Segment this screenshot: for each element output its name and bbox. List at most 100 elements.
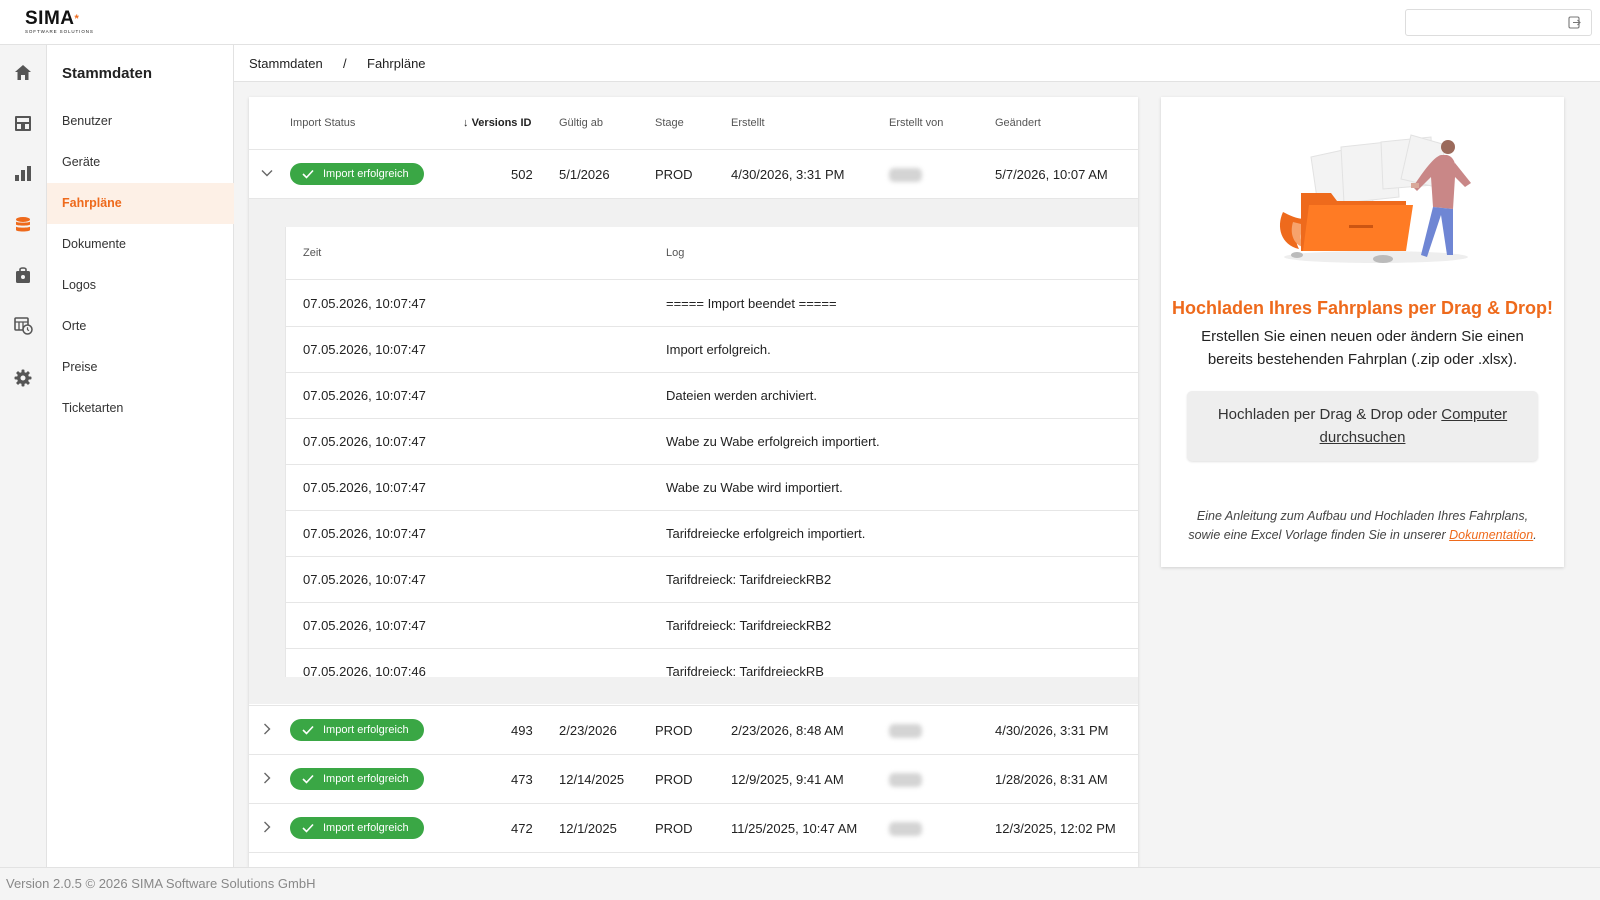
breadcrumb-root[interactable]: Stammdaten xyxy=(249,56,323,71)
breadcrumb-current: Fahrpläne xyxy=(367,56,426,71)
log-message: Import erfolgreich. xyxy=(666,342,771,357)
cell-changed: 12/3/2025, 12:02 PM xyxy=(995,821,1116,836)
logo-tagline: SOFTWARE SOLUTIONS xyxy=(25,29,94,34)
cell-valid-from: 5/1/2026 xyxy=(559,167,610,182)
chevron-down-icon[interactable] xyxy=(260,166,274,185)
bag-icon[interactable] xyxy=(8,260,38,290)
log-row: 07.05.2026, 10:07:47 Import erfolgreich. xyxy=(286,327,1138,373)
nav-item-fahrplaene[interactable]: Fahrpläne xyxy=(47,183,234,224)
header-geaendert[interactable]: Geändert xyxy=(995,117,1041,129)
home-icon[interactable] xyxy=(8,57,38,87)
header-stage[interactable]: Stage xyxy=(655,117,684,129)
nav-item-ticketarten[interactable]: Ticketarten xyxy=(47,388,234,429)
table-row[interactable]: Import erfolgreich 502 5/1/2026 PROD 4/3… xyxy=(249,149,1138,198)
chevron-right-icon[interactable] xyxy=(260,820,274,839)
status-badge: Import erfolgreich xyxy=(290,768,424,790)
header-versions-id[interactable]: ↓ Versions ID xyxy=(463,117,531,129)
cell-version-id: 493 xyxy=(511,723,533,738)
log-header-row: Zeit Log xyxy=(286,227,1138,280)
breadcrumb: Stammdaten / Fahrpläne xyxy=(234,45,1600,82)
database-icon[interactable] xyxy=(8,210,38,240)
nav-item-dokumente[interactable]: Dokumente xyxy=(47,224,234,265)
inbox-icon[interactable] xyxy=(8,108,38,138)
sort-desc-icon: ↓ xyxy=(463,117,469,129)
log-message: Tarifdreieck: TarifdreieckRB2 xyxy=(666,572,832,587)
cell-stage: PROD xyxy=(655,821,693,836)
log-time: 07.05.2026, 10:07:47 xyxy=(303,526,426,541)
status-label: Import erfolgreich xyxy=(323,168,409,180)
chevron-right-icon[interactable] xyxy=(260,722,274,741)
upload-description: Erstellen Sie einen neuen oder ändern Si… xyxy=(1201,328,1524,368)
cell-valid-from: 2/23/2026 xyxy=(559,723,617,738)
header-import-status[interactable]: Import Status xyxy=(290,117,355,129)
table-row[interactable] xyxy=(249,852,1138,867)
status-label: Import erfolgreich xyxy=(323,773,409,785)
documentation-link[interactable]: Dokumentation xyxy=(1449,528,1533,542)
section-title: Stammdaten xyxy=(62,65,153,82)
table-row[interactable]: Import erfolgreich 493 2/23/2026 PROD 2/… xyxy=(249,705,1138,754)
log-message: Wabe zu Wabe wird importiert. xyxy=(666,480,843,495)
header-erstellt-von[interactable]: Erstellt von xyxy=(889,117,943,129)
log-row: 07.05.2026, 10:07:47 ===== Import beendet… xyxy=(286,281,1138,327)
bar-chart-icon[interactable] xyxy=(8,158,38,188)
cell-version-id: 473 xyxy=(511,772,533,787)
nav-item-benutzer[interactable]: Benutzer xyxy=(47,101,234,142)
footer: Version 2.0.5 © 2026 SIMA Software Solut… xyxy=(0,867,1600,900)
log-time: 07.05.2026, 10:07:47 xyxy=(303,388,426,403)
table-row[interactable]: Import erfolgreich 472 12/1/2025 PROD 11… xyxy=(249,803,1138,852)
cell-valid-from: 12/14/2025 xyxy=(559,772,625,787)
header-versions-id-label: Versions ID xyxy=(471,117,532,129)
timetable-table: Import Status ↓ Versions ID Gültig ab St… xyxy=(249,97,1138,867)
cell-created: 12/9/2025, 9:41 AM xyxy=(731,772,844,787)
log-row: 07.05.2026, 10:07:47 Tarifdreieck: Tarifd… xyxy=(286,603,1138,649)
cell-changed: 5/7/2026, 10:07 AM xyxy=(995,167,1108,182)
redacted-user xyxy=(889,168,922,182)
table-row[interactable]: Import erfolgreich 473 12/14/2025 PROD 1… xyxy=(249,754,1138,803)
redacted-user xyxy=(889,822,922,836)
upload-title: Hochladen Ihres Fahrplans per Drag & Dro… xyxy=(1171,298,1554,318)
log-row: 07.05.2026, 10:07:47 Dateien werden archi… xyxy=(286,373,1138,419)
header-erstellt[interactable]: Erstellt xyxy=(731,117,765,129)
top-search-input[interactable] xyxy=(1405,9,1592,36)
log-time: 07.05.2026, 10:07:47 xyxy=(303,618,426,633)
schedule-icon[interactable] xyxy=(8,311,38,341)
log-time: 07.05.2026, 10:07:47 xyxy=(303,434,426,449)
log-row: 07.05.2026, 10:07:47 Tarifdreiecke erfolg… xyxy=(286,511,1138,557)
header-gueltig-ab[interactable]: Gültig ab xyxy=(559,117,603,129)
cell-version-id: 472 xyxy=(511,821,533,836)
chevron-right-icon[interactable] xyxy=(260,771,274,790)
status-label: Import erfolgreich xyxy=(323,724,409,736)
section-nav: Stammdaten Benutzer Geräte Fahrpläne Dok… xyxy=(47,45,234,867)
status-label: Import erfolgreich xyxy=(323,822,409,834)
log-message: Wabe zu Wabe erfolgreich importiert. xyxy=(666,434,880,449)
logout-icon[interactable] xyxy=(1568,16,1581,34)
top-bar: SIMA* SOFTWARE SOLUTIONS xyxy=(0,0,1600,45)
cell-valid-from: 12/1/2025 xyxy=(559,821,617,836)
icon-rail xyxy=(0,45,47,867)
log-time: 07.05.2026, 10:07:47 xyxy=(303,480,426,495)
upload-panel: Hochladen Ihres Fahrplans per Drag & Dro… xyxy=(1161,97,1564,567)
check-icon xyxy=(302,169,314,179)
cell-created: 2/23/2026, 8:48 AM xyxy=(731,723,844,738)
settings-icon[interactable] xyxy=(8,363,38,393)
cell-version-id: 502 xyxy=(511,167,533,182)
drop-zone[interactable]: Hochladen per Drag & Drop oder Computer … xyxy=(1187,391,1538,461)
log-message: Tarifdreiecke erfolgreich importiert. xyxy=(666,526,866,541)
upload-illustration xyxy=(1279,134,1471,263)
status-badge: Import erfolgreich xyxy=(290,163,424,185)
log-message: Dateien werden archiviert. xyxy=(666,388,818,403)
log-time: 07.05.2026, 10:07:46 xyxy=(303,664,426,677)
logo-star: * xyxy=(74,13,80,25)
nav-item-geraete[interactable]: Geräte xyxy=(47,142,234,183)
log-row: 07.05.2026, 10:07:47 Wabe zu Wabe erfolgr… xyxy=(286,419,1138,465)
nav-item-orte[interactable]: Orte xyxy=(47,306,234,347)
log-row: 07.05.2026, 10:07:46 Tarifdreieck: Tarifd… xyxy=(286,649,1138,677)
log-time: 07.05.2026, 10:07:47 xyxy=(303,572,426,587)
log-message: Tarifdreieck: TarifdreieckRB xyxy=(666,664,824,677)
upload-hint-end: . xyxy=(1533,528,1537,542)
status-badge: Import erfolgreich xyxy=(290,817,424,839)
log-message: ===== Import beendet ===== xyxy=(666,296,837,311)
nav-item-logos[interactable]: Logos xyxy=(47,265,234,306)
nav-item-preise[interactable]: Preise xyxy=(47,347,234,388)
sima-logo[interactable]: SIMA* SOFTWARE SOLUTIONS xyxy=(25,9,94,34)
